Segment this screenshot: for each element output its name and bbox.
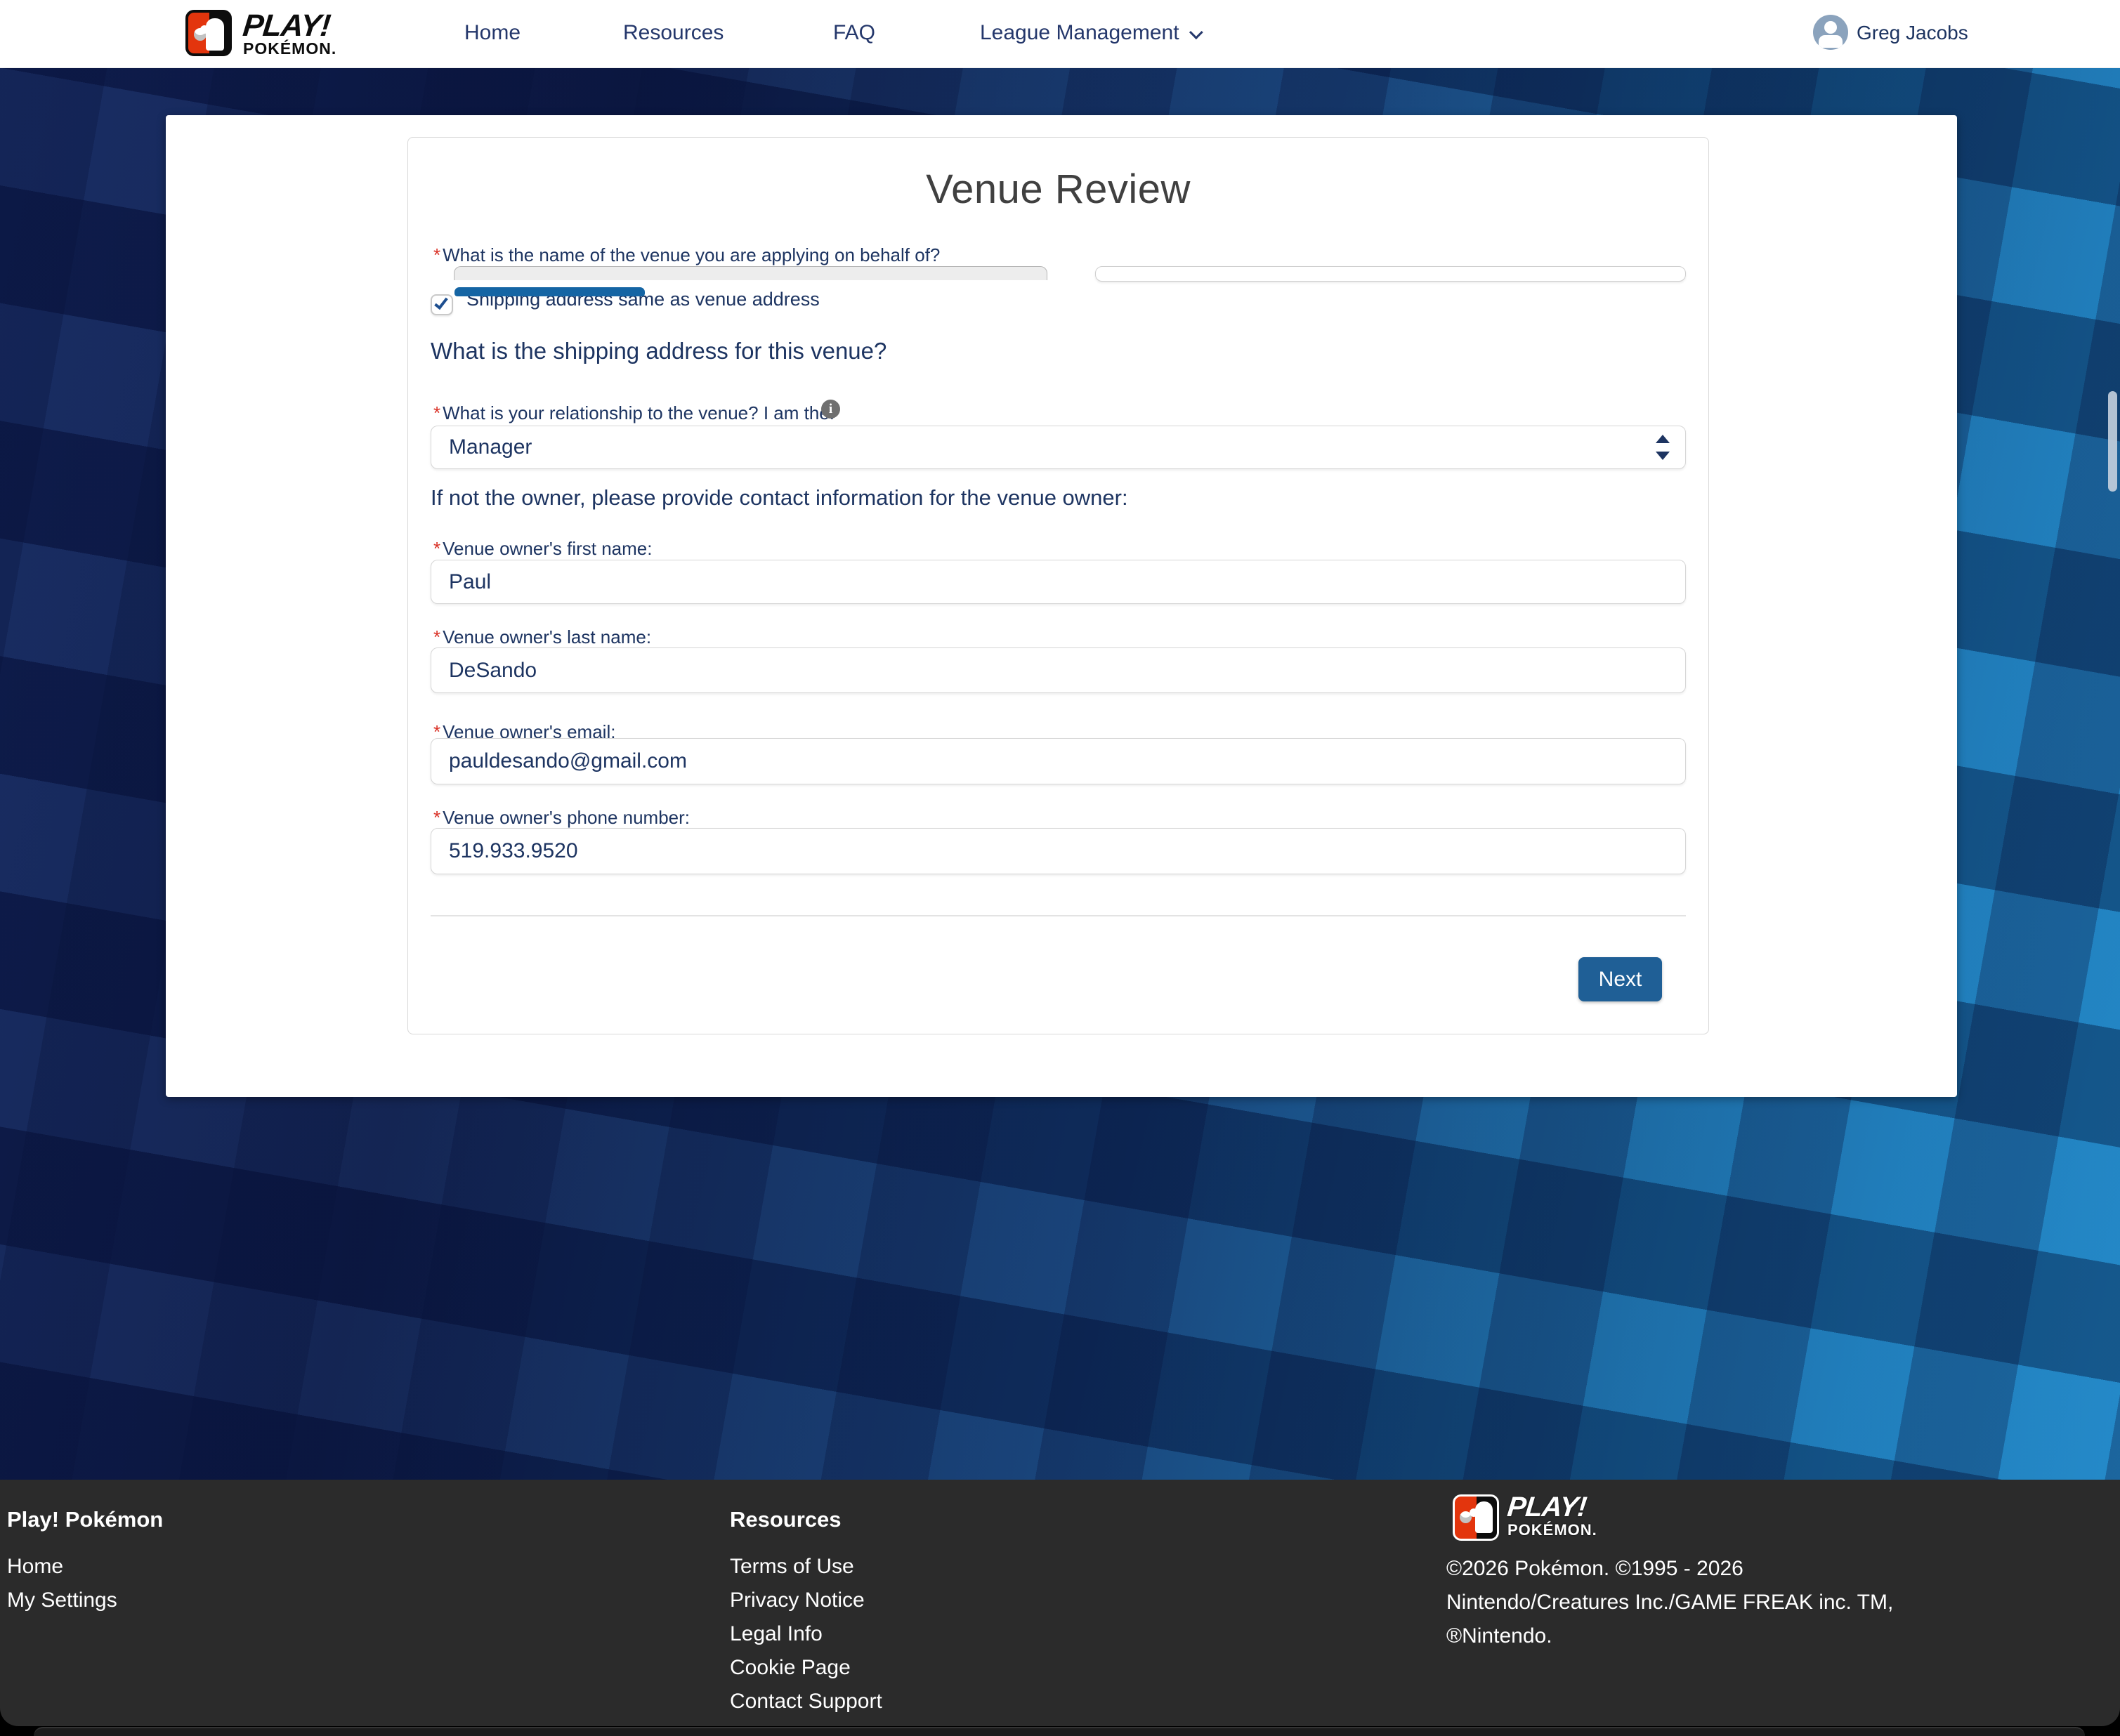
footer: Play! Pokémon Home My Settings Resources… xyxy=(0,1480,2120,1726)
footer-link-home[interactable]: Home xyxy=(7,1555,63,1579)
trainer-silhouette-icon xyxy=(206,18,224,51)
page-title: Venue Review xyxy=(408,166,1708,213)
footer-link-my-settings[interactable]: My Settings xyxy=(7,1589,117,1612)
footer-logo-icon xyxy=(1453,1494,1499,1541)
owner-email-input[interactable]: pauldesando@gmail.com xyxy=(431,738,1686,784)
footer-copyright: ©2026 Pokémon. ©1995 - 2026 Nintendo/Cre… xyxy=(1446,1552,1893,1653)
top-navbar: PLAY! POKÉMON. Home Resources FAQ League… xyxy=(0,0,2120,68)
venue-name-input[interactable] xyxy=(1095,266,1686,282)
spinner-down-icon xyxy=(1656,452,1670,460)
owner-last-name-input[interactable]: DeSando xyxy=(431,647,1686,693)
owner-contact-heading: If not the owner, please provide contact… xyxy=(431,485,1128,511)
next-button[interactable]: Next xyxy=(1578,957,1662,1001)
relationship-label: *What is your relationship to the venue?… xyxy=(433,402,835,424)
footer-heading-resources: Resources xyxy=(730,1507,842,1532)
nav-league-management-label: League Management xyxy=(980,21,1179,44)
required-asterisk: * xyxy=(433,807,440,828)
footer-link-privacy-notice[interactable]: Privacy Notice xyxy=(730,1589,865,1612)
logo-play-text: PLAY! xyxy=(241,8,332,44)
footer-link-legal-info[interactable]: Legal Info xyxy=(730,1622,823,1646)
user-name: Greg Jacobs xyxy=(1857,22,1968,44)
user-avatar-icon xyxy=(1813,15,1848,50)
spinner-up-icon xyxy=(1656,435,1670,443)
footer-play-pokemon-logo: PLAY! POKÉMON. xyxy=(1453,1494,1666,1544)
select-spinner-icon xyxy=(1656,435,1670,460)
trainer-silhouette-icon xyxy=(1475,1501,1493,1533)
required-asterisk: * xyxy=(433,626,440,647)
copyright-line: ©2026 Pokémon. ©1995 - 2026 xyxy=(1446,1552,1893,1586)
footer-link-terms-of-use[interactable]: Terms of Use xyxy=(730,1555,854,1579)
relationship-select[interactable]: Manager xyxy=(431,426,1686,469)
footer-link-contact-support[interactable]: Contact Support xyxy=(730,1690,882,1714)
owner-phone-label: *Venue owner's phone number: xyxy=(433,807,690,829)
required-asterisk: * xyxy=(433,244,440,265)
content-sheet: Venue Review *What is the name of the ve… xyxy=(166,115,1957,1097)
footer-logo-play-text: PLAY! xyxy=(1506,1492,1588,1523)
nav-item-faq[interactable]: FAQ xyxy=(833,21,875,45)
focus-highlight-bar xyxy=(454,287,645,296)
page: PLAY! POKÉMON. Home Resources FAQ League… xyxy=(0,0,2120,1736)
footer-heading-play-pokemon: Play! Pokémon xyxy=(7,1507,163,1532)
form-divider xyxy=(431,915,1686,916)
play-pokemon-logo[interactable]: PLAY! POKÉMON. xyxy=(185,10,407,58)
shipping-address-heading: What is the shipping address for this ve… xyxy=(431,338,886,364)
shipping-same-checkbox[interactable] xyxy=(431,294,453,315)
cookie-banner-edge xyxy=(34,1727,2085,1736)
scrollbar-thumb[interactable] xyxy=(2108,391,2117,492)
nav-item-resources[interactable]: Resources xyxy=(623,21,724,45)
copyright-line: Nintendo/Creatures Inc./GAME FREAK inc. … xyxy=(1446,1586,1893,1619)
venue-name-input-disabled xyxy=(454,266,1047,280)
venue-name-label: *What is the name of the venue you are a… xyxy=(433,244,940,266)
info-icon[interactable]: i xyxy=(821,400,840,419)
owner-first-name-label: *Venue owner's first name: xyxy=(433,538,652,560)
footer-logo-pokemon-text: POKÉMON. xyxy=(1507,1521,1597,1539)
play-pokemon-logo-icon xyxy=(185,10,232,56)
chevron-down-icon xyxy=(1189,25,1203,39)
logo-pokemon-text: POKÉMON. xyxy=(243,39,336,58)
nav-item-home[interactable]: Home xyxy=(464,21,521,45)
owner-last-name-label: *Venue owner's last name: xyxy=(433,626,651,648)
venue-review-card: Venue Review *What is the name of the ve… xyxy=(407,137,1709,1034)
owner-phone-input[interactable]: 519.933.9520 xyxy=(431,828,1686,874)
footer-link-cookie-page[interactable]: Cookie Page xyxy=(730,1656,851,1680)
relationship-selected-value: Manager xyxy=(449,435,532,459)
owner-first-name-input[interactable]: Paul xyxy=(431,560,1686,604)
required-asterisk: * xyxy=(433,402,440,423)
checkmark-icon xyxy=(434,295,448,310)
nav-item-league-management[interactable]: League Management xyxy=(980,21,1199,45)
required-asterisk: * xyxy=(433,538,440,559)
copyright-line: ®Nintendo. xyxy=(1446,1619,1893,1653)
